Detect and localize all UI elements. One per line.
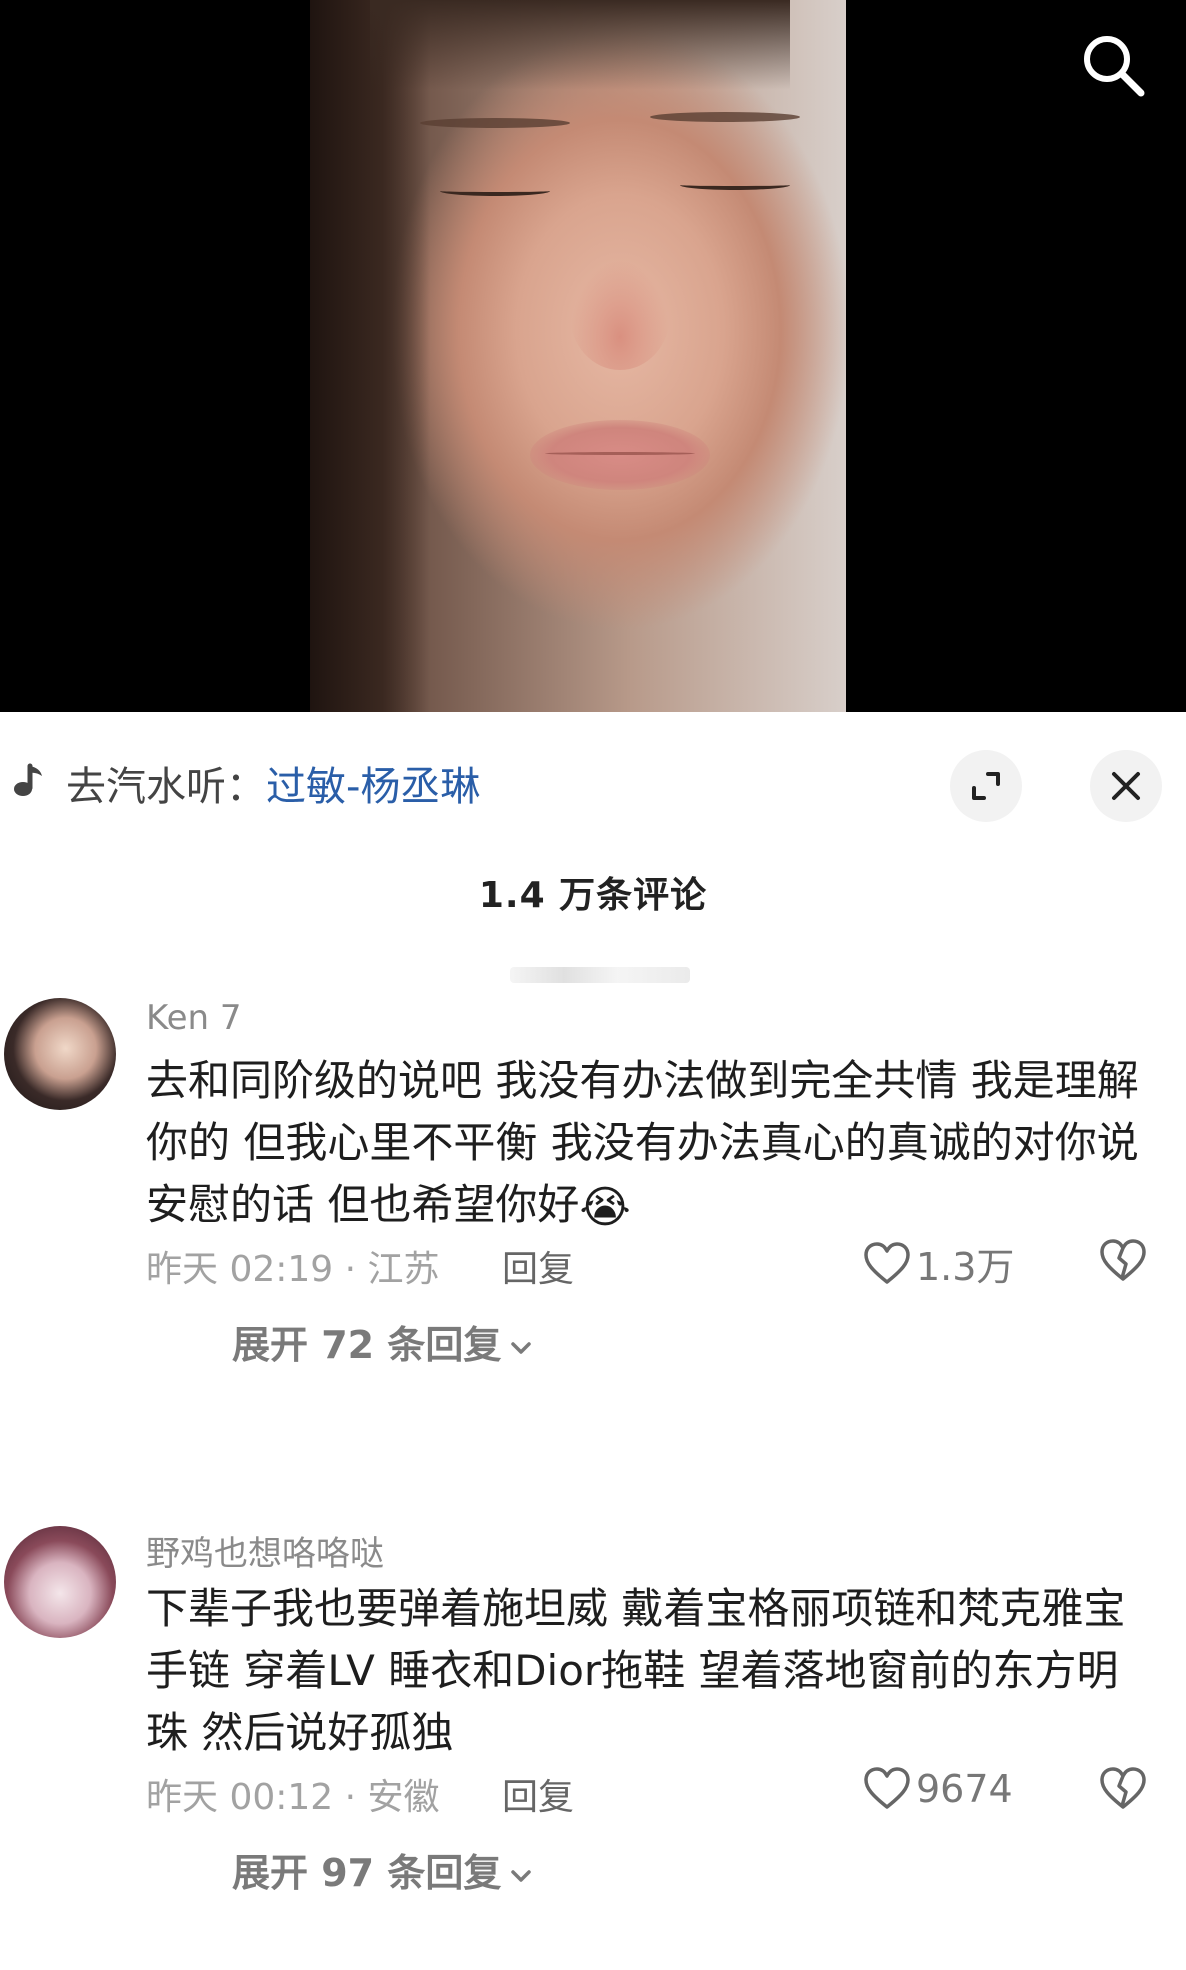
comment-time-location: 昨天 02:19 · 江苏	[146, 1249, 440, 1290]
video-right-eye	[680, 180, 790, 190]
like-button[interactable]: 1.3万	[862, 1236, 1015, 1289]
broken-heart-icon	[1100, 1239, 1146, 1281]
video-hair-top	[370, 0, 790, 90]
like-count: 1.3万	[916, 1245, 1015, 1289]
reply-button[interactable]: 回复	[502, 1768, 574, 1820]
comment-time-location: 昨天 00:12 · 安徽	[146, 1777, 440, 1818]
close-button[interactable]	[1090, 750, 1162, 822]
close-icon	[1112, 772, 1140, 800]
like-button[interactable]: 9674	[862, 1764, 1013, 1814]
search-icon[interactable]	[1078, 30, 1148, 100]
music-source-text[interactable]: 去汽水听：过敏-杨丞琳	[66, 754, 480, 812]
music-bar[interactable]: 去汽水听：过敏-杨丞琳	[0, 750, 1186, 822]
crying-emoji: 😭	[579, 1181, 631, 1233]
video-right-brow	[650, 112, 800, 122]
video-left-brow	[420, 118, 570, 128]
dislike-button[interactable]	[1098, 1236, 1148, 1286]
music-note-icon	[10, 762, 48, 800]
comment-count: 1.4 万条评论	[478, 875, 708, 916]
comment-username[interactable]: 野鸡也想咯咯哒	[146, 1526, 384, 1575]
video-frame	[310, 0, 846, 712]
comment-body: 去和同阶级的说吧 我没有办法做到完全共情 我是理解你的 但我心里不平衡 我没有办…	[146, 1056, 1139, 1229]
expand-replies-button[interactable]: 展开 72 条回复	[232, 1314, 535, 1369]
comment-text: 去和同阶级的说吧 我没有办法做到完全共情 我是理解你的 但我心里不平衡 我没有办…	[146, 1050, 1156, 1239]
expand-replies-button[interactable]: 展开 97 条回复	[232, 1842, 535, 1897]
avatar[interactable]	[4, 1526, 116, 1638]
loading-placeholder	[510, 967, 690, 983]
heart-icon	[864, 1767, 910, 1809]
expand-icon	[972, 772, 1000, 800]
video-left-eye	[440, 186, 550, 196]
video-player[interactable]	[0, 0, 1186, 712]
video-lips	[530, 420, 710, 490]
expand-replies-label: 展开 72 条回复	[232, 1323, 502, 1367]
video-nose	[570, 260, 670, 370]
music-song-link[interactable]: 过敏-杨丞琳	[266, 764, 480, 810]
video-hair	[310, 0, 430, 712]
music-prefix: 去汽水听：	[66, 764, 266, 810]
expand-button[interactable]	[950, 750, 1022, 822]
avatar[interactable]	[4, 998, 116, 1110]
comment-username[interactable]: Ken 7	[146, 998, 242, 1038]
expand-replies-label: 展开 97 条回复	[232, 1851, 502, 1895]
chevron-down-icon	[511, 1869, 532, 1882]
like-count: 9674	[916, 1767, 1013, 1811]
comment-panel: 去汽水听：过敏-杨丞琳 1.4 万条评论 Ken 7 去和同阶级的说吧 我没有办…	[0, 712, 1186, 1970]
heart-icon	[864, 1241, 910, 1284]
comment-text: 下辈子我也要弹着施坦威 戴着宝格丽项链和梵克雅宝手链 穿着LV 睡衣和Dior拖…	[146, 1584, 1126, 1757]
dislike-button[interactable]	[1098, 1764, 1148, 1814]
video-lip-line	[545, 452, 695, 455]
broken-heart-icon	[1100, 1767, 1146, 1809]
chevron-down-icon	[511, 1341, 532, 1354]
reply-button[interactable]: 回复	[502, 1240, 574, 1292]
